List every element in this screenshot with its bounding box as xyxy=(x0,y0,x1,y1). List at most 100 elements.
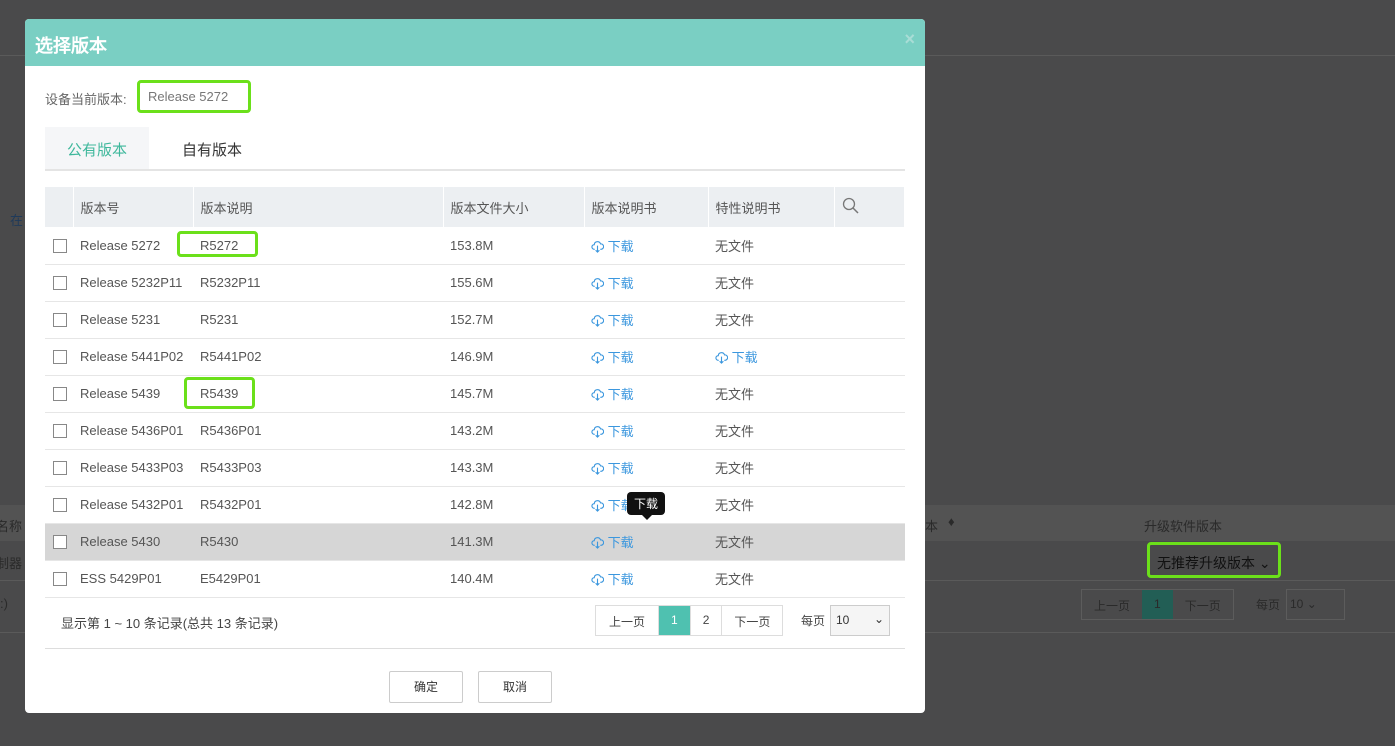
cloud-download-icon xyxy=(591,574,604,586)
manual-download-link[interactable]: 下载 xyxy=(591,424,634,439)
row-checkbox[interactable] xyxy=(53,350,67,365)
row-checkbox[interactable] xyxy=(53,239,67,254)
confirm-button[interactable]: 确定 xyxy=(389,671,463,703)
manual-download-link[interactable]: 下载 xyxy=(591,461,634,476)
row-checkbox[interactable] xyxy=(53,313,67,328)
bg-pager[interactable]: 上一页 1 下一页 xyxy=(1081,589,1234,620)
manual-cell: 下载 xyxy=(584,301,708,339)
feature-cell: 无文件 xyxy=(708,560,834,598)
size-cell: 145.7M xyxy=(443,375,584,413)
col-size: 版本文件大小 xyxy=(443,187,585,227)
size-cell: 152.7M xyxy=(443,301,584,339)
manual-cell: 下载 xyxy=(584,523,708,561)
cloud-download-icon xyxy=(591,389,604,401)
table-row[interactable]: ESS 5429P01 E5429P01 140.4M 下载 无文件 xyxy=(45,560,905,598)
version-cell: Release 5272 xyxy=(73,227,193,265)
feature-cell: 下载 xyxy=(708,338,834,376)
sort-icon[interactable]: ♦ xyxy=(948,514,955,529)
feature-download-link[interactable]: 下载 xyxy=(715,350,758,365)
row-checkbox[interactable] xyxy=(53,535,67,550)
per-page-select[interactable]: 10 ⌄ xyxy=(830,605,890,636)
table-row[interactable]: Release 5232P11 R5232P11 155.6M 下载 无文件 xyxy=(45,264,905,302)
empty-cell xyxy=(834,264,905,302)
table-row[interactable]: Release 5439 R5439 145.7M 下载 无文件 xyxy=(45,375,905,413)
select-version-dialog: 选择版本 × 设备当前版本: Release 5272 公有版本 自有版本 版本号… xyxy=(25,19,925,713)
table-row[interactable]: Release 5430 R5430 141.3M 下载 无文件 xyxy=(45,523,905,561)
record-summary: 显示第 1 ~ 10 条记录(总共 13 条记录) xyxy=(61,616,279,631)
feature-cell: 无文件 xyxy=(708,227,834,265)
bg-prev[interactable]: 上一页 xyxy=(1082,590,1142,619)
upgrade-select[interactable]: 无推荐升级版本 ⌄ xyxy=(1147,542,1281,578)
manual-download-link[interactable]: 下载 xyxy=(591,276,634,291)
page-2-button[interactable]: 2 xyxy=(691,606,723,635)
tab-public-version[interactable]: 公有版本 xyxy=(45,127,150,169)
cloud-download-icon xyxy=(591,315,604,327)
chevron-down-icon: ⌄ xyxy=(873,612,884,626)
size-cell: 141.3M xyxy=(443,523,584,561)
empty-cell xyxy=(834,449,905,487)
row-checkbox-cell xyxy=(45,486,73,524)
col-manual: 版本说明书 xyxy=(584,187,709,227)
manual-cell: 下载 xyxy=(584,375,708,413)
bg-footer: :) xyxy=(0,596,8,611)
prev-page-button[interactable]: 上一页 xyxy=(596,606,660,635)
manual-cell: 下载 xyxy=(584,560,708,598)
download-label: 下载 xyxy=(607,276,634,291)
upgrade-select-value: 无推荐升级版本 xyxy=(1157,555,1255,571)
manual-download-link[interactable]: 下载 xyxy=(591,350,634,365)
download-label: 下载 xyxy=(607,424,634,439)
table-row[interactable]: Release 5432P01 R5432P01 142.8M 下载 无文件 xyxy=(45,486,905,524)
table-row[interactable]: Release 5272 R5272 153.8M 下载 无文件 xyxy=(45,227,905,265)
next-page-button[interactable]: 下一页 xyxy=(722,606,782,635)
row-checkbox-cell xyxy=(45,523,73,561)
feature-cell: 无文件 xyxy=(708,523,834,561)
tab-own-version[interactable]: 自有版本 xyxy=(160,127,264,169)
current-version-value: Release 5272 xyxy=(137,80,251,113)
feature-cell: 无文件 xyxy=(708,375,834,413)
row-checkbox-cell xyxy=(45,560,73,598)
cancel-button[interactable]: 取消 xyxy=(478,671,552,703)
bg-col-name: 名称 xyxy=(0,519,23,534)
desc-cell: R5441P02 xyxy=(193,338,443,376)
row-checkbox[interactable] xyxy=(53,461,67,476)
empty-cell xyxy=(834,301,905,339)
manual-download-link[interactable]: 下载 xyxy=(591,313,634,328)
row-checkbox[interactable] xyxy=(53,572,67,587)
manual-download-link[interactable]: 下载 xyxy=(591,572,634,587)
feature-cell: 无文件 xyxy=(708,264,834,302)
size-cell: 155.6M xyxy=(443,264,584,302)
empty-cell xyxy=(834,560,905,598)
cloud-download-icon xyxy=(591,426,604,438)
manual-download-link[interactable]: 下载 xyxy=(591,387,634,402)
cloud-download-icon xyxy=(591,240,604,253)
col-feature: 特性说明书 xyxy=(708,187,835,227)
download-label: 下载 xyxy=(607,313,634,328)
close-icon[interactable]: × xyxy=(904,29,915,50)
table-row[interactable]: Release 5231 R5231 152.7M 下载 无文件 xyxy=(45,301,905,339)
feature-cell: 无文件 xyxy=(708,486,834,524)
download-tooltip: 下载 xyxy=(627,492,666,520)
table-row[interactable]: Release 5433P03 R5433P03 143.3M 下载 无文件 xyxy=(45,449,905,487)
row-checkbox[interactable] xyxy=(53,276,67,291)
dialog-header: 选择版本 × xyxy=(25,19,925,66)
row-checkbox[interactable] xyxy=(53,498,67,513)
search-icon[interactable] xyxy=(834,187,905,227)
row-checkbox[interactable] xyxy=(53,424,67,439)
manual-download-link[interactable]: 下载 xyxy=(591,239,634,254)
table-footer: 显示第 1 ~ 10 条记录(总共 13 条记录) 上一页 1 2 下一页 每页… xyxy=(45,597,905,649)
bg-col-version: 本 xyxy=(925,519,939,534)
size-cell: 140.4M xyxy=(443,560,584,598)
manual-download-link[interactable]: 下载 xyxy=(591,535,634,550)
row-checkbox-cell xyxy=(45,227,73,265)
table-row[interactable]: Release 5441P02 R5441P02 146.9M 下载 下载 xyxy=(45,338,905,376)
col-desc: 版本说明 xyxy=(193,187,444,227)
bg-page[interactable]: 1 xyxy=(1142,590,1173,619)
table-row[interactable]: Release 5436P01 R5436P01 143.2M 下载 无文件 xyxy=(45,412,905,450)
row-checkbox[interactable] xyxy=(53,387,67,402)
download-label: 下载 xyxy=(607,572,634,587)
dialog-title: 选择版本 xyxy=(35,36,107,56)
bg-next[interactable]: 下一页 xyxy=(1173,590,1233,619)
page-1-button[interactable]: 1 xyxy=(659,606,691,635)
desc-cell: R5432P01 xyxy=(193,486,443,524)
bg-per-page-select[interactable]: 10 ⌄ xyxy=(1286,589,1345,620)
